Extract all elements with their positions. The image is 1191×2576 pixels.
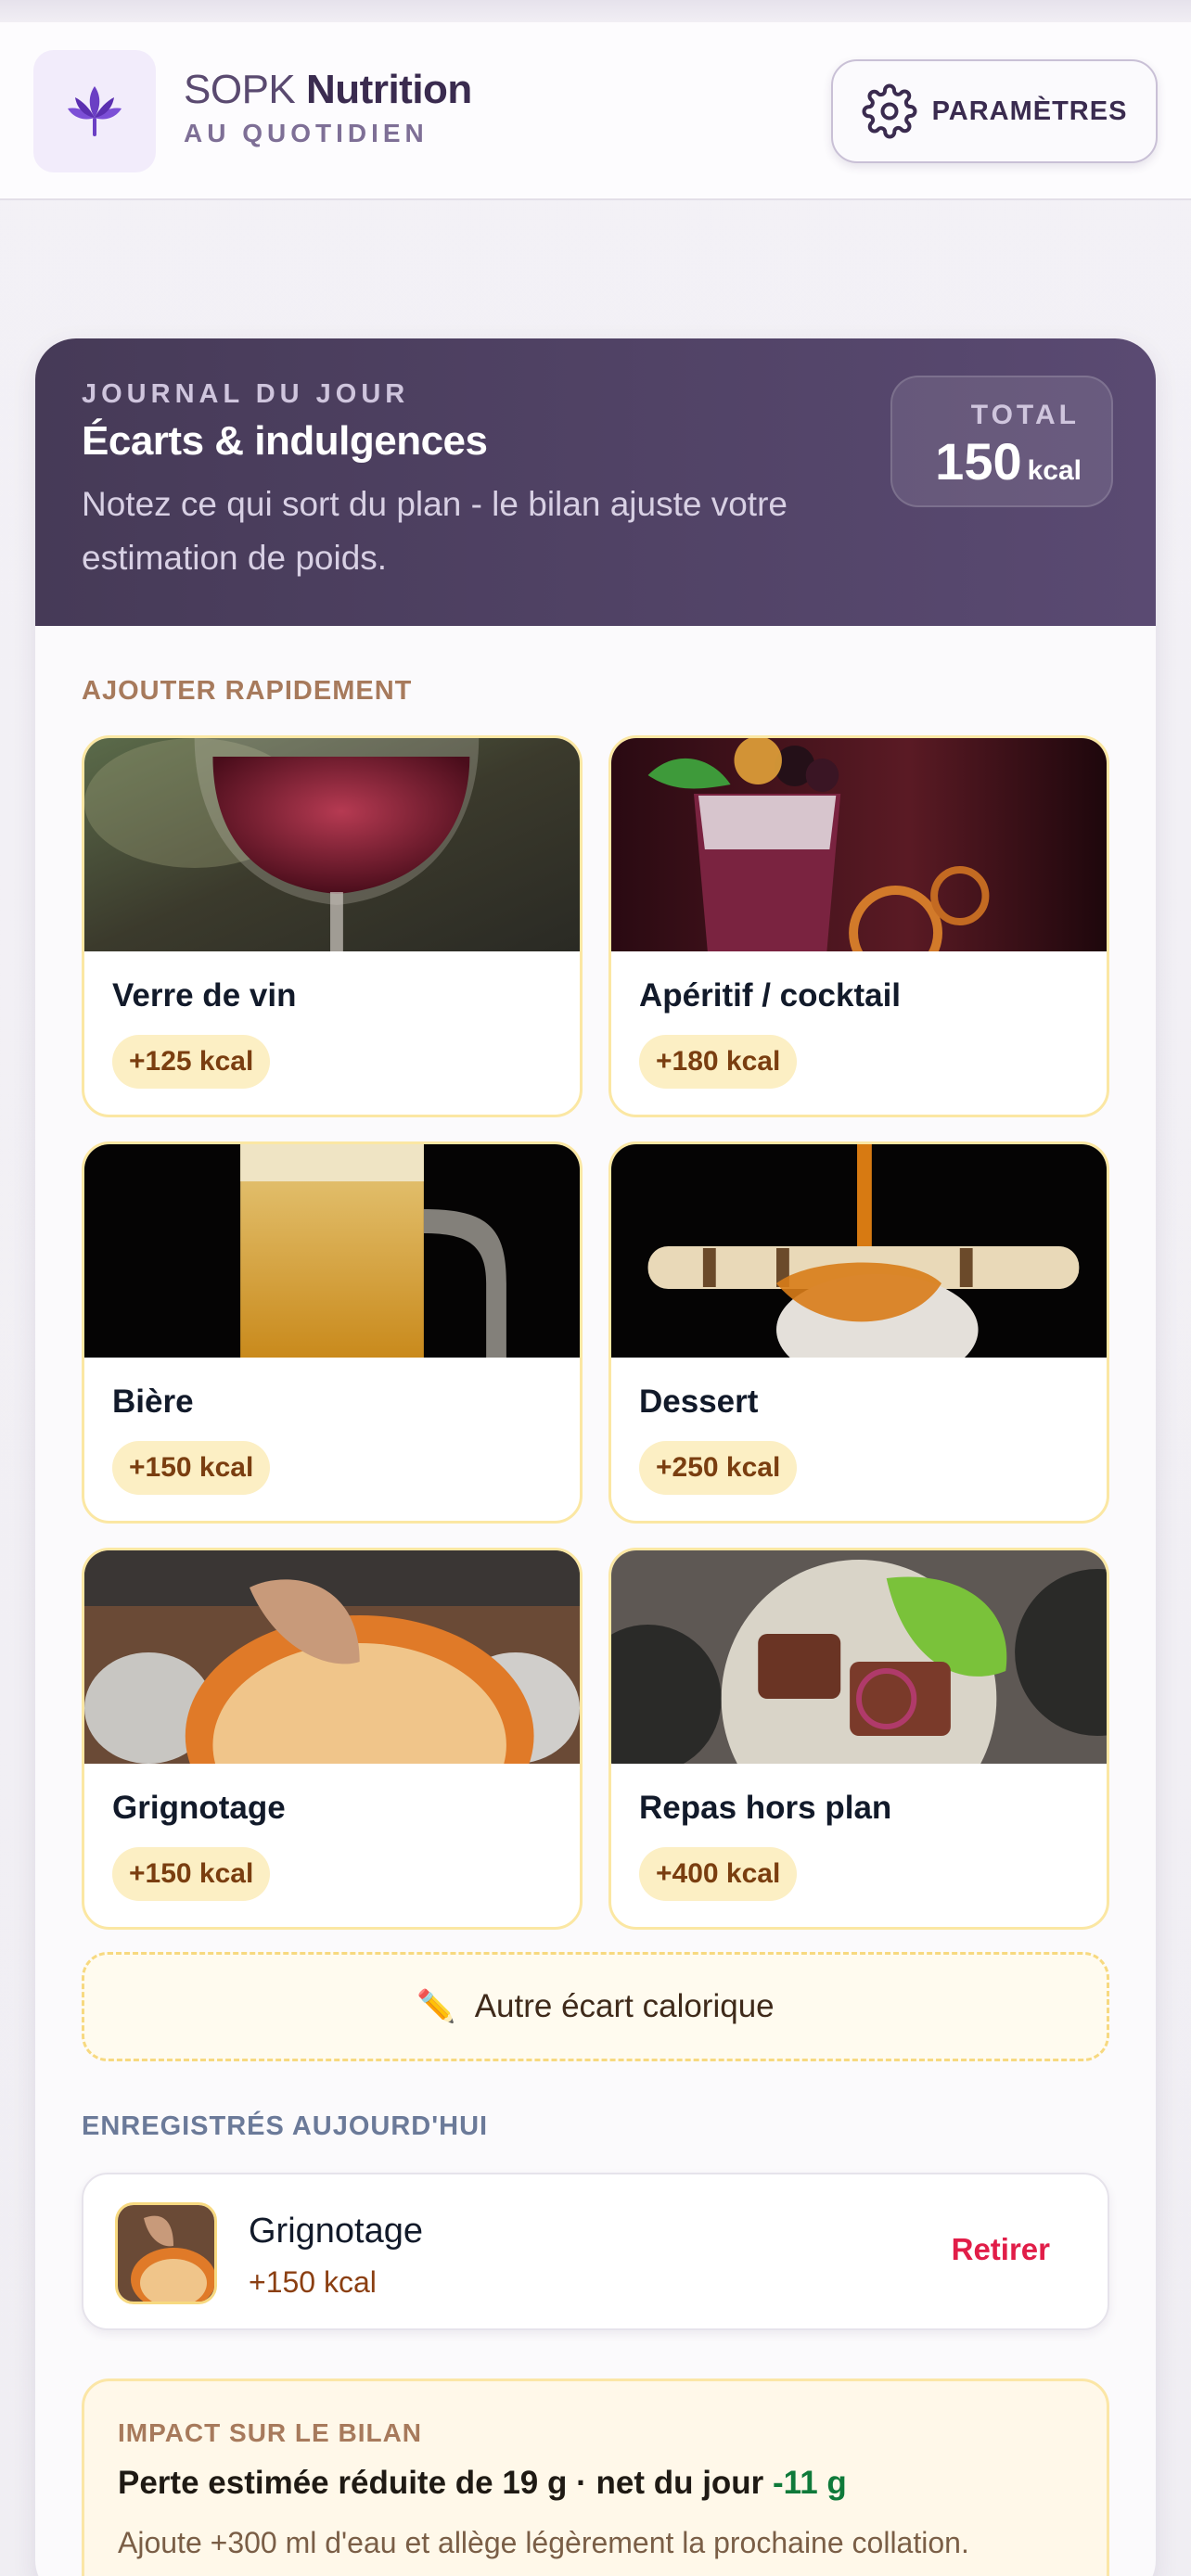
brand-subtitle: AU QUOTIDIEN: [184, 119, 429, 147]
total-number: 150: [935, 432, 1022, 491]
steak-salad-image: [611, 1550, 1107, 1764]
tile-name: Dessert: [639, 1384, 759, 1420]
tile-name: Grignotage: [112, 1790, 286, 1826]
saved-today-label: ENREGISTRÉS AUJOURD'HUI: [82, 2111, 489, 2141]
tile-name: Apéritif / cocktail: [639, 977, 902, 1014]
impact-note: Ajoute +300 ml d'eau et allège légèremen…: [118, 2526, 969, 2559]
chips-bowl-image: [84, 1550, 580, 1764]
impact-summary-text: Perte estimée réduite de 19 g · net du j…: [118, 2465, 774, 2501]
berry-cocktail-image: [611, 738, 1107, 951]
tile-kcal-badge: +150 kcal: [112, 1441, 271, 1495]
status-strip: [0, 0, 1191, 22]
brand-title-light: SOPK: [184, 67, 296, 112]
journal-card: JOURNAL DU JOUR Écarts & indulgences Not…: [35, 338, 1156, 2576]
saved-entry-name: Grignotage: [249, 2212, 424, 2251]
journal-eyebrow: JOURNAL DU JOUR: [82, 379, 410, 409]
saved-entry-thumbnail: [115, 2202, 217, 2304]
tile-kcal-badge: +150 kcal: [112, 1847, 271, 1901]
saved-entry: Grignotage +150 kcal Retirer: [82, 2173, 1109, 2330]
net-day-value: -11 g: [773, 2465, 847, 2501]
remove-entry-button[interactable]: Retirer: [952, 2232, 1050, 2267]
brand: SOPK Nutrition AU QUOTIDIEN: [184, 67, 472, 148]
journal-title: Écarts & indulgences: [82, 418, 488, 464]
quick-add-tile-meal[interactable]: Repas hors plan +400 kcal: [608, 1548, 1109, 1930]
quick-add-tile-beer[interactable]: Bière +150 kcal: [82, 1141, 583, 1524]
lotus-icon: [68, 86, 122, 136]
app-header: SOPK Nutrition AU QUOTIDIEN PARAMÈTRES: [0, 22, 1191, 200]
beer-mug-image: [84, 1144, 580, 1358]
impact-panel: IMPACT SUR LE BILAN Perte estimée réduit…: [82, 2378, 1109, 2576]
total-label: TOTAL: [970, 400, 1080, 430]
brand-title-bold: Nutrition: [306, 67, 472, 112]
gear-icon: [862, 83, 916, 139]
saved-entry-kcal: +150 kcal: [249, 2265, 377, 2299]
tile-kcal-badge: +180 kcal: [639, 1035, 798, 1089]
chips-bowl-thumbnail: [118, 2205, 214, 2302]
caramel-ice-cream-image: [611, 1144, 1107, 1358]
journal-description: Notez ce qui sort du plan - le bilan aju…: [82, 485, 788, 577]
tile-kcal-badge: +400 kcal: [639, 1847, 798, 1901]
tile-name: Verre de vin: [112, 977, 297, 1014]
tile-name: Bière: [112, 1384, 194, 1420]
tile-kcal-badge: +250 kcal: [639, 1441, 798, 1495]
quick-add-tile-snack[interactable]: Grignotage +150 kcal: [82, 1548, 583, 1930]
app-logo[interactable]: [33, 50, 156, 172]
pencil-icon: ✏️: [416, 1989, 456, 2024]
other-deviation-label: Autre écart calorique: [474, 1988, 775, 2024]
journal-hero: JOURNAL DU JOUR Écarts & indulgences Not…: [35, 338, 1156, 626]
settings-label: PARAMÈTRES: [931, 96, 1128, 126]
tile-kcal-badge: +125 kcal: [112, 1035, 271, 1089]
total-calories-box: TOTAL 150 kcal: [890, 376, 1113, 507]
total-value: 150 kcal: [935, 431, 1082, 491]
impact-summary: Perte estimée réduite de 19 g · net du j…: [118, 2465, 847, 2502]
quick-add-label: AJOUTER RAPIDEMENT: [82, 676, 413, 706]
quick-add-tile-wine[interactable]: Verre de vin +125 kcal: [82, 735, 583, 1117]
total-unit: kcal: [1027, 455, 1082, 486]
tile-name: Repas hors plan: [639, 1790, 892, 1826]
settings-button[interactable]: PARAMÈTRES: [831, 59, 1158, 163]
brand-title: SOPK Nutrition: [184, 67, 472, 113]
impact-label: IMPACT SUR LE BILAN: [118, 2418, 423, 2447]
other-deviation-button[interactable]: ✏️ Autre écart calorique: [82, 1952, 1109, 2061]
quick-add-tile-dessert[interactable]: Dessert +250 kcal: [608, 1141, 1109, 1524]
red-wine-glass-image: [84, 738, 580, 951]
quick-add-tile-cocktail[interactable]: Apéritif / cocktail +180 kcal: [608, 735, 1109, 1117]
